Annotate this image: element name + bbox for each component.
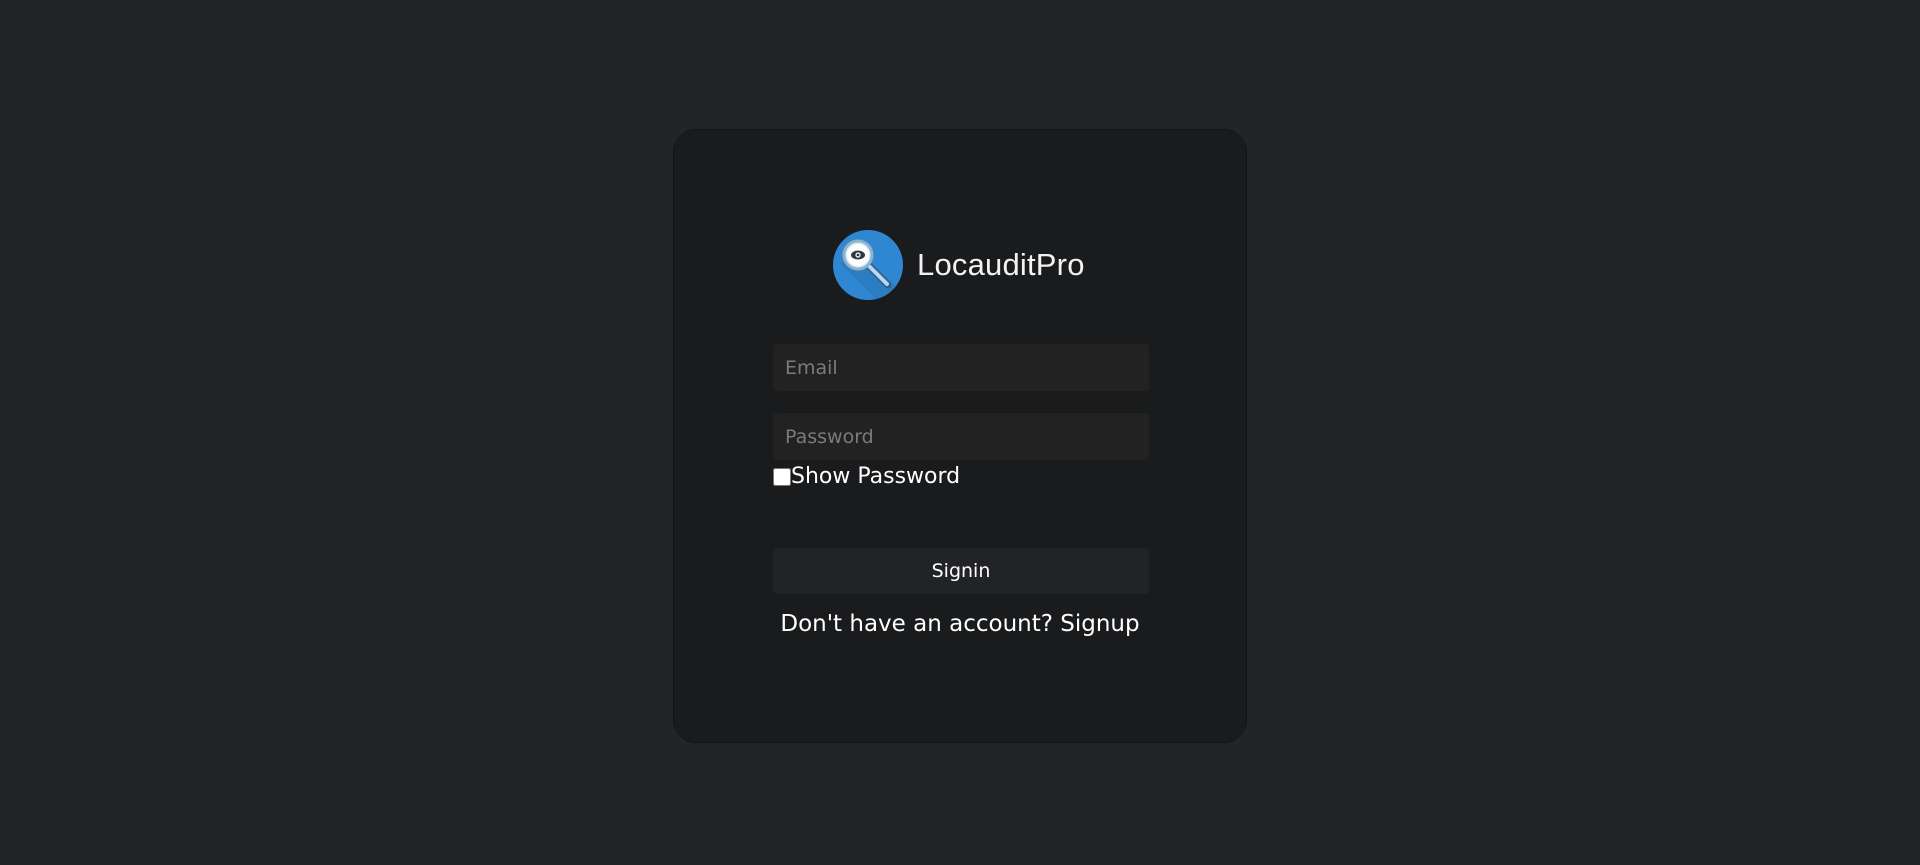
email-field[interactable] bbox=[773, 344, 1149, 391]
show-password-row[interactable]: Show Password bbox=[773, 464, 960, 489]
signup-prompt-text: Don't have an account? bbox=[780, 611, 1061, 637]
brand: LocauditPro bbox=[833, 229, 1085, 301]
magnifier-eye-icon bbox=[833, 230, 903, 300]
password-field[interactable] bbox=[773, 413, 1149, 460]
signin-button[interactable]: Signin bbox=[773, 548, 1149, 594]
signup-prompt: Don't have an account? Signup bbox=[674, 611, 1246, 637]
show-password-checkbox[interactable] bbox=[773, 467, 791, 486]
show-password-label: Show Password bbox=[791, 464, 961, 489]
signup-link[interactable]: Signup bbox=[1060, 611, 1139, 637]
login-card: LocauditPro Show Password Signin Don't h… bbox=[673, 129, 1247, 743]
app-title: LocauditPro bbox=[917, 247, 1085, 282]
